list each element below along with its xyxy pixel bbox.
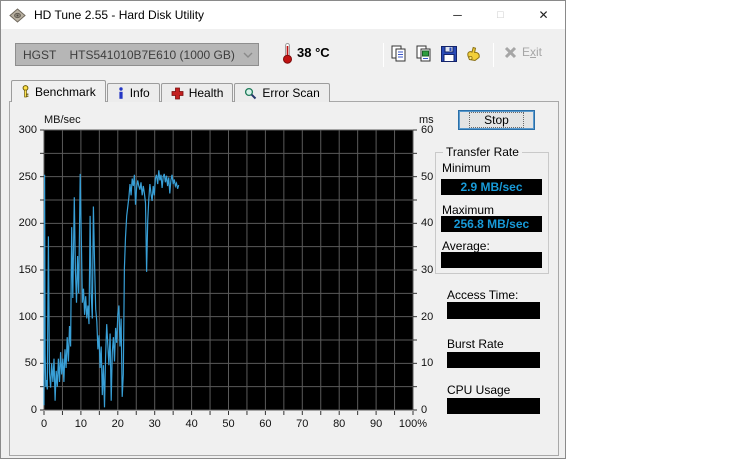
info-icon <box>119 87 123 99</box>
axis-tick-label: 0 <box>40 418 48 430</box>
drive-select-dropdown[interactable]: HGST HTS541010B7E610 (1000 GB) <box>15 43 259 66</box>
stop-button-label: Stop <box>469 112 524 128</box>
axis-tick-label: 40 <box>185 418 198 430</box>
axis-tick-label: 50 <box>421 170 434 183</box>
window-controls: ─ □ ✕ <box>436 1 565 29</box>
exit-button: Exit <box>504 45 542 59</box>
exit-label: Exit <box>522 45 543 59</box>
close-button[interactable]: ✕ <box>522 1 565 29</box>
copy-icon[interactable] <box>390 45 408 63</box>
cpu-usage-label: CPU Usage <box>447 383 511 397</box>
axis-tick-label: 30 <box>421 264 434 276</box>
axis-tick-label: 70 <box>296 418 309 430</box>
tab-health[interactable]: Health <box>160 83 234 102</box>
axis-tick-label: 300 <box>18 124 37 136</box>
save-icon[interactable] <box>440 45 458 63</box>
axis-tick-label: 90 <box>369 418 383 430</box>
transfer-rate-group: Transfer Rate Minimum 2.9 MB/sec Maximum… <box>435 145 549 274</box>
stop-button[interactable]: Stop <box>458 110 535 130</box>
toolbar-separator <box>493 43 494 67</box>
average-label: Average: <box>442 239 490 253</box>
tab-benchmark[interactable]: Benchmark <box>11 80 106 102</box>
tab-label: Benchmark <box>35 84 96 99</box>
axis-tick-label: 100 <box>18 310 37 323</box>
minimize-button[interactable]: ─ <box>436 1 479 29</box>
axis-tick-label: 0 <box>30 404 37 416</box>
axis-tick-label: 80 <box>333 418 346 430</box>
tab-label: Error Scan <box>262 86 320 100</box>
tab-label: Health <box>188 86 224 100</box>
access-time-value <box>447 302 540 319</box>
health-cross-icon <box>171 87 184 99</box>
axis-tick-label: 100% <box>398 418 428 430</box>
magnifier-icon <box>245 87 257 99</box>
app-window: HD Tune 2.55 - Hard Disk Utility ─ □ ✕ H… <box>0 0 566 459</box>
benchmark-page: MB/sec ms 0 50 100 150 200 250 300 0 10 20 30 40 50 6… <box>9 101 559 456</box>
transfer-rate-title: Transfer Rate <box>443 145 522 159</box>
benchmark-key-icon <box>22 85 29 98</box>
hand-icon[interactable] <box>465 45 483 63</box>
hard-disk-app-icon <box>9 7 26 23</box>
y-left-unit-label: MB/sec <box>44 114 81 126</box>
axis-tick-label: 20 <box>421 310 434 323</box>
axis-tick-label: 30 <box>148 418 161 430</box>
tab-label: Info <box>129 86 150 100</box>
axis-tick-label: 60 <box>421 124 434 136</box>
toolbar-separator <box>383 43 384 67</box>
burst-rate-label: Burst Rate <box>447 337 504 351</box>
temperature-value: 38 °C <box>297 45 330 60</box>
benchmark-plot <box>40 129 417 415</box>
axis-tick-label: 40 <box>421 217 434 230</box>
tab-error-scan[interactable]: Error Scan <box>234 83 330 102</box>
window-title: HD Tune 2.55 - Hard Disk Utility <box>34 8 205 22</box>
axis-tick-label: 0 <box>421 404 428 416</box>
maximize-button: □ <box>497 9 504 21</box>
axis-tick-label: 10 <box>74 418 88 430</box>
axis-tick-label: 200 <box>18 217 37 230</box>
axis-tick-label: 20 <box>111 418 124 430</box>
axis-tick-label: 60 <box>259 418 272 430</box>
exit-icon <box>504 46 517 58</box>
axis-tick-label: 50 <box>222 418 235 430</box>
burst-rate-value <box>447 352 540 368</box>
copy-image-icon[interactable] <box>415 45 433 63</box>
title-bar: HD Tune 2.55 - Hard Disk Utility ─ □ ✕ <box>1 1 565 29</box>
axis-tick-label: 10 <box>421 357 434 370</box>
maximum-value: 256.8 MB/sec <box>441 216 542 232</box>
axis-tick-label: 150 <box>18 264 37 276</box>
thermometer-icon <box>283 43 292 64</box>
maximum-label: Maximum <box>442 203 495 217</box>
minimum-value: 2.9 MB/sec <box>441 179 542 195</box>
access-time-label: Access Time: <box>447 288 519 302</box>
tab-strip: Benchmark Info Health Error Scan <box>11 80 331 102</box>
toolbar: HGST HTS541010B7E610 (1000 GB) 38 °C Exi… <box>1 29 565 79</box>
tab-info[interactable]: Info <box>106 83 160 102</box>
minimum-label: Minimum <box>442 161 491 175</box>
drive-select-value: HGST HTS541010B7E610 (1000 GB) <box>23 47 235 62</box>
chart-area: MB/sec ms 0 50 100 150 200 250 300 0 10 20 30 40 50 6… <box>10 102 440 442</box>
average-value <box>441 252 542 268</box>
cpu-usage-value <box>447 398 540 414</box>
chevron-down-icon <box>238 52 258 58</box>
axis-tick-label: 50 <box>24 357 37 370</box>
axis-tick-label: 250 <box>18 170 37 183</box>
